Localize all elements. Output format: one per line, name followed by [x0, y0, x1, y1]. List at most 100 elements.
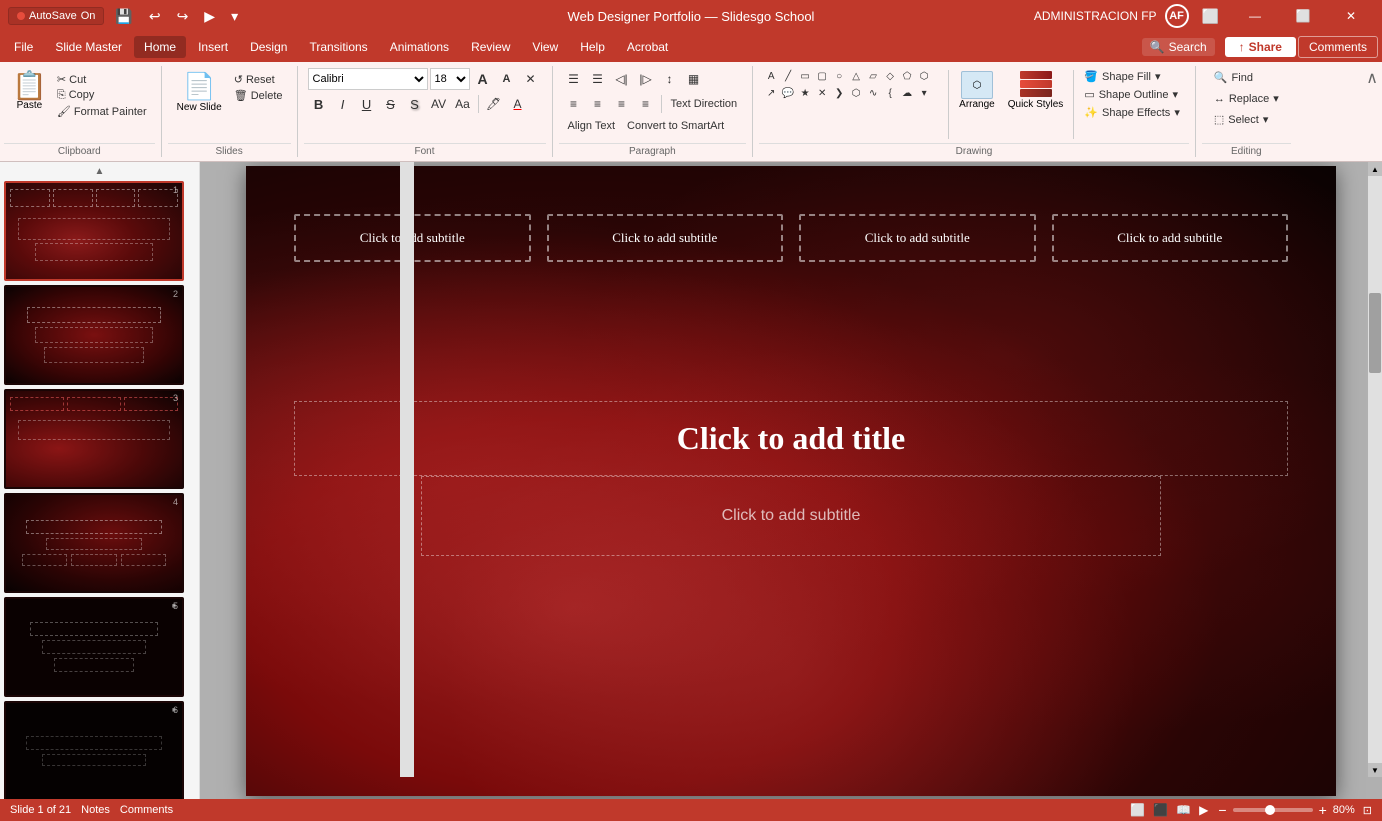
menu-review[interactable]: Review: [461, 36, 520, 58]
menu-design[interactable]: Design: [240, 36, 297, 58]
subtitle-box-3[interactable]: Click to add subtitle: [799, 214, 1036, 262]
slide-thumb-3[interactable]: 3: [4, 389, 184, 489]
menu-help[interactable]: Help: [570, 36, 615, 58]
justify-button[interactable]: ≡: [635, 93, 657, 115]
content-placeholder[interactable]: Click to add subtitle: [421, 476, 1161, 556]
maximize-button[interactable]: ⬜: [1280, 0, 1326, 32]
menu-home[interactable]: Home: [134, 36, 186, 58]
menu-acrobat[interactable]: Acrobat: [617, 36, 678, 58]
ribbon-collapse-button[interactable]: ∧: [1366, 68, 1378, 88]
decrease-indent-button[interactable]: ◁|: [611, 68, 633, 90]
save-button[interactable]: 💾: [110, 6, 137, 27]
menu-insert[interactable]: Insert: [188, 36, 238, 58]
minimize-button[interactable]: —: [1232, 0, 1278, 32]
quick-styles-button[interactable]: Quick Styles: [1003, 68, 1069, 113]
new-slide-button[interactable]: 📄 New Slide: [172, 68, 227, 116]
font-color-button[interactable]: A: [507, 93, 529, 115]
shape-parallelogram-icon[interactable]: ▱: [865, 68, 881, 84]
replace-button[interactable]: ↔ Replace ▾: [1206, 89, 1287, 108]
decrease-font-button[interactable]: A: [496, 68, 518, 90]
shape-fill-button[interactable]: 🪣 Shape Fill ▾: [1079, 68, 1185, 85]
shape-cross-icon[interactable]: ✕: [814, 85, 830, 101]
comments-status-button[interactable]: Comments: [120, 804, 173, 816]
font-size-select[interactable]: 18: [430, 68, 470, 90]
bold-button[interactable]: B: [308, 93, 330, 115]
highlight-button[interactable]: 🖊: [483, 93, 505, 115]
reset-button[interactable]: ↺ Reset: [230, 72, 287, 87]
shape-effects-dropdown-icon[interactable]: ▾: [1174, 106, 1180, 119]
replace-dropdown-icon[interactable]: ▾: [1273, 92, 1279, 105]
present-button[interactable]: ▶: [199, 6, 220, 27]
numbering-button[interactable]: ☰: [587, 68, 609, 90]
change-case-button[interactable]: Aa: [452, 93, 474, 115]
fit-window-button[interactable]: ⊡: [1363, 804, 1372, 817]
convert-smartart-button[interactable]: Convert to SmartArt: [622, 118, 729, 134]
subtitle-box-4[interactable]: Click to add subtitle: [1052, 214, 1289, 262]
delete-button[interactable]: 🗑 Delete: [230, 88, 287, 103]
close-button[interactable]: ✕: [1328, 0, 1374, 32]
shape-cube-icon[interactable]: ⬡: [848, 85, 864, 101]
columns-button[interactable]: ▦: [683, 68, 705, 90]
clear-format-button[interactable]: ✕: [520, 68, 542, 90]
copy-button[interactable]: ⎘ Copy: [53, 88, 151, 103]
shape-arrow-icon[interactable]: ↗: [763, 85, 779, 101]
shapes-more-icon[interactable]: ▾: [916, 85, 932, 101]
slide-thumb-4[interactable]: 4: [4, 493, 184, 593]
underline-button[interactable]: U: [356, 93, 378, 115]
scroll-down-button[interactable]: ▼: [1368, 763, 1382, 777]
title-placeholder[interactable]: Click to add title: [294, 401, 1288, 476]
shape-line-icon[interactable]: ╱: [780, 68, 796, 84]
slide-thumb-6[interactable]: ■ 6: [4, 701, 184, 799]
customize-button[interactable]: ▾: [226, 6, 243, 27]
shape-outline-dropdown-icon[interactable]: ▾: [1172, 88, 1178, 101]
shape-fill-dropdown-icon[interactable]: ▾: [1155, 70, 1161, 83]
shape-outline-button[interactable]: ▭ Shape Outline ▾: [1079, 86, 1185, 103]
zoom-in-button[interactable]: +: [1317, 802, 1329, 818]
shape-triangle-icon[interactable]: △: [848, 68, 864, 84]
shape-text-icon[interactable]: A: [763, 68, 779, 84]
select-button[interactable]: ⬚ Select ▾: [1206, 110, 1287, 129]
shape-circle-icon[interactable]: ○: [831, 68, 847, 84]
increase-font-button[interactable]: A: [472, 68, 494, 90]
shadow-button[interactable]: S: [404, 93, 426, 115]
align-center-button[interactable]: ≡: [587, 93, 609, 115]
zoom-slider[interactable]: [1233, 808, 1313, 812]
shape-rect-icon[interactable]: ▭: [797, 68, 813, 84]
shape-effects-button[interactable]: ✨ Shape Effects ▾: [1079, 104, 1185, 121]
font-name-select[interactable]: Calibri: [308, 68, 428, 90]
autosave-button[interactable]: AutoSave On: [8, 7, 104, 25]
line-spacing-button[interactable]: ↕: [659, 68, 681, 90]
find-button[interactable]: 🔍 Find: [1206, 68, 1287, 87]
menu-search[interactable]: 🔍 Search: [1142, 38, 1215, 56]
shape-cloud-icon[interactable]: ☁: [899, 85, 915, 101]
shape-hexagon-icon[interactable]: ⬡: [916, 68, 932, 84]
slide-thumb-5[interactable]: ■ 5: [4, 597, 184, 697]
subtitle-box-2[interactable]: Click to add subtitle: [547, 214, 784, 262]
ribbon-display-button[interactable]: ⬜: [1197, 6, 1224, 27]
arrange-button[interactable]: ⬡ Arrange: [954, 68, 1000, 113]
zoom-out-button[interactable]: −: [1216, 802, 1228, 818]
slide-thumb-2[interactable]: 2: [4, 285, 184, 385]
italic-button[interactable]: I: [332, 93, 354, 115]
align-right-button[interactable]: ≡: [611, 93, 633, 115]
menu-view[interactable]: View: [522, 36, 568, 58]
menu-transitions[interactable]: Transitions: [299, 36, 377, 58]
slides-scroll-up[interactable]: ▲: [4, 166, 195, 177]
redo-button[interactable]: ↪: [172, 6, 194, 27]
select-dropdown-icon[interactable]: ▾: [1263, 113, 1269, 126]
view-normal-button[interactable]: ⬜: [1130, 803, 1145, 817]
cut-button[interactable]: ✂ Cut: [53, 72, 151, 87]
shape-callout-icon[interactable]: 💬: [780, 85, 796, 101]
increase-indent-button[interactable]: |▷: [635, 68, 657, 90]
text-direction-button[interactable]: Text Direction: [666, 96, 743, 112]
view-sorter-button[interactable]: ⬛: [1153, 803, 1168, 817]
shape-wave-icon[interactable]: ∿: [865, 85, 881, 101]
scroll-track[interactable]: [1368, 176, 1382, 763]
format-painter-button[interactable]: 🖌 Format Painter: [53, 104, 151, 119]
view-presenter-button[interactable]: ▶: [1199, 803, 1208, 817]
strikethrough-button[interactable]: S: [380, 93, 402, 115]
align-left-button[interactable]: ≡: [563, 93, 585, 115]
comments-button[interactable]: Comments: [1298, 36, 1378, 58]
bullets-button[interactable]: ☰: [563, 68, 585, 90]
shape-pentagon-icon[interactable]: ⬠: [899, 68, 915, 84]
